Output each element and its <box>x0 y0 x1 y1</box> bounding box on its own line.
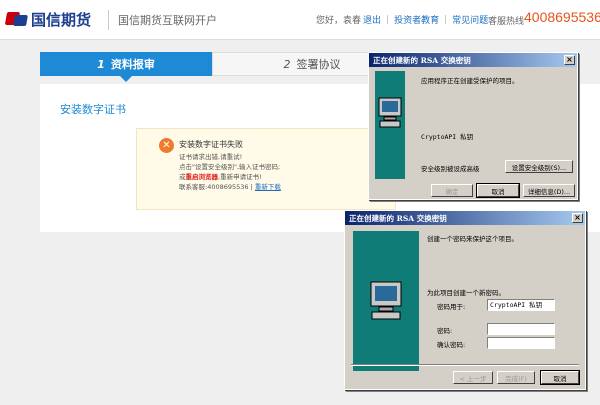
logo-icon <box>4 10 28 28</box>
step-label: 签署协议 <box>296 58 341 71</box>
new-password-label: 为此项目创建一个新密码。 <box>427 289 505 297</box>
key-image-panel <box>375 71 405 179</box>
ok-button[interactable]: 确定 <box>431 184 473 197</box>
divider <box>108 10 109 30</box>
site-title: 国信期货互联网开户 <box>118 14 217 27</box>
error-title: 安装数字证书失败 <box>179 140 243 149</box>
password-label: 密码: <box>437 327 453 335</box>
cancel-button[interactable]: 取消 <box>540 370 580 385</box>
redownload-link[interactable]: 重新下载 <box>255 183 281 191</box>
error-line: 证书请求出错,请重试! <box>179 153 243 161</box>
password-for-label: 密码用于: <box>437 303 466 311</box>
error-text: ,重新申请证书! <box>218 173 262 181</box>
error-icon: ✕ <box>159 138 174 153</box>
key-name: CryptoAPI 私钥 <box>421 133 474 141</box>
confirm-password-label: 确认密码: <box>437 341 466 349</box>
faq-link[interactable]: 常见问题 <box>452 13 488 26</box>
confirm-password-field[interactable] <box>487 337 555 349</box>
security-level-label: 安全级别被设成高级 <box>421 165 480 173</box>
hotline-label: 客服热线 <box>488 17 525 27</box>
divider: | <box>386 14 390 25</box>
dialog-title: 正在创建新的 RSA 交换密钥 <box>369 53 577 67</box>
divider: | <box>444 14 448 25</box>
close-button[interactable]: × <box>564 55 575 65</box>
details-button[interactable]: 详细信息(D)... <box>523 184 575 197</box>
site-header: 国信期货 国信期货互联网开户 您好，袁春 退出 | 投资者教育 | 常见问题 |… <box>0 0 600 40</box>
back-button[interactable]: < 上一步 <box>453 371 493 384</box>
hotline-number: 4008695536 <box>524 9 600 25</box>
password-field[interactable] <box>487 323 555 335</box>
top-links: 您好，袁春 退出 | 投资者教育 | 常见问题 | <box>316 13 501 27</box>
greeting: 您好，袁春 <box>316 16 362 26</box>
contact-text: 联系客服:4008695536 | <box>179 183 253 191</box>
set-security-level-button[interactable]: 设置安全级别(S)... <box>505 160 573 173</box>
page-title: 安装数字证书 <box>60 103 126 116</box>
divider <box>351 364 579 366</box>
error-line: 或重启浏览器,重新申请证书! <box>179 171 262 181</box>
step-number: 1 <box>97 57 105 71</box>
dialog-title: 正在创建新的 RSA 交换密钥 <box>345 211 585 225</box>
finish-button[interactable]: 完成(F) <box>497 371 535 384</box>
key-image-panel <box>353 231 419 371</box>
error-line: 点击"设置安全级别",输入证书密码; <box>179 163 281 171</box>
step-number: 2 <box>283 57 291 71</box>
dialog-message: 应用程序正在创建受保护的项目。 <box>421 77 519 85</box>
step-label: 资料报审 <box>110 58 155 71</box>
computer-icon <box>378 97 402 128</box>
rsa-key-dialog: 正在创建新的 RSA 交换密钥 × 应用程序正在创建受保护的项目。 Crypto… <box>368 52 578 200</box>
dialog-message: 创建一个密码来保护这个项目。 <box>427 235 518 243</box>
password-for-field[interactable]: CryptoAPI 私钥 <box>487 299 555 311</box>
error-line: 联系客服:4008695536 | 重新下载 <box>179 181 281 191</box>
investor-education-link[interactable]: 投资者教育 <box>394 13 439 26</box>
create-password-dialog: 正在创建新的 RSA 交换密钥 × 创建一个密码来保护这个项目。 为此项目创建一… <box>344 210 586 390</box>
cancel-button[interactable]: 取消 <box>476 183 520 198</box>
computer-icon <box>370 281 402 320</box>
logo[interactable]: 国信期货 <box>4 8 92 30</box>
logo-text: 国信期货 <box>31 10 92 29</box>
restart-browser-text: 重启浏览器 <box>185 173 219 181</box>
error-message-box: ✕ 安装数字证书失败 证书请求出错,请重试! 点击"设置安全级别",输入证书密码… <box>136 128 396 210</box>
close-button[interactable]: × <box>572 213 583 223</box>
logout-link[interactable]: 退出 <box>363 13 381 26</box>
step-1-tab: 1 资料报审 <box>40 52 212 82</box>
